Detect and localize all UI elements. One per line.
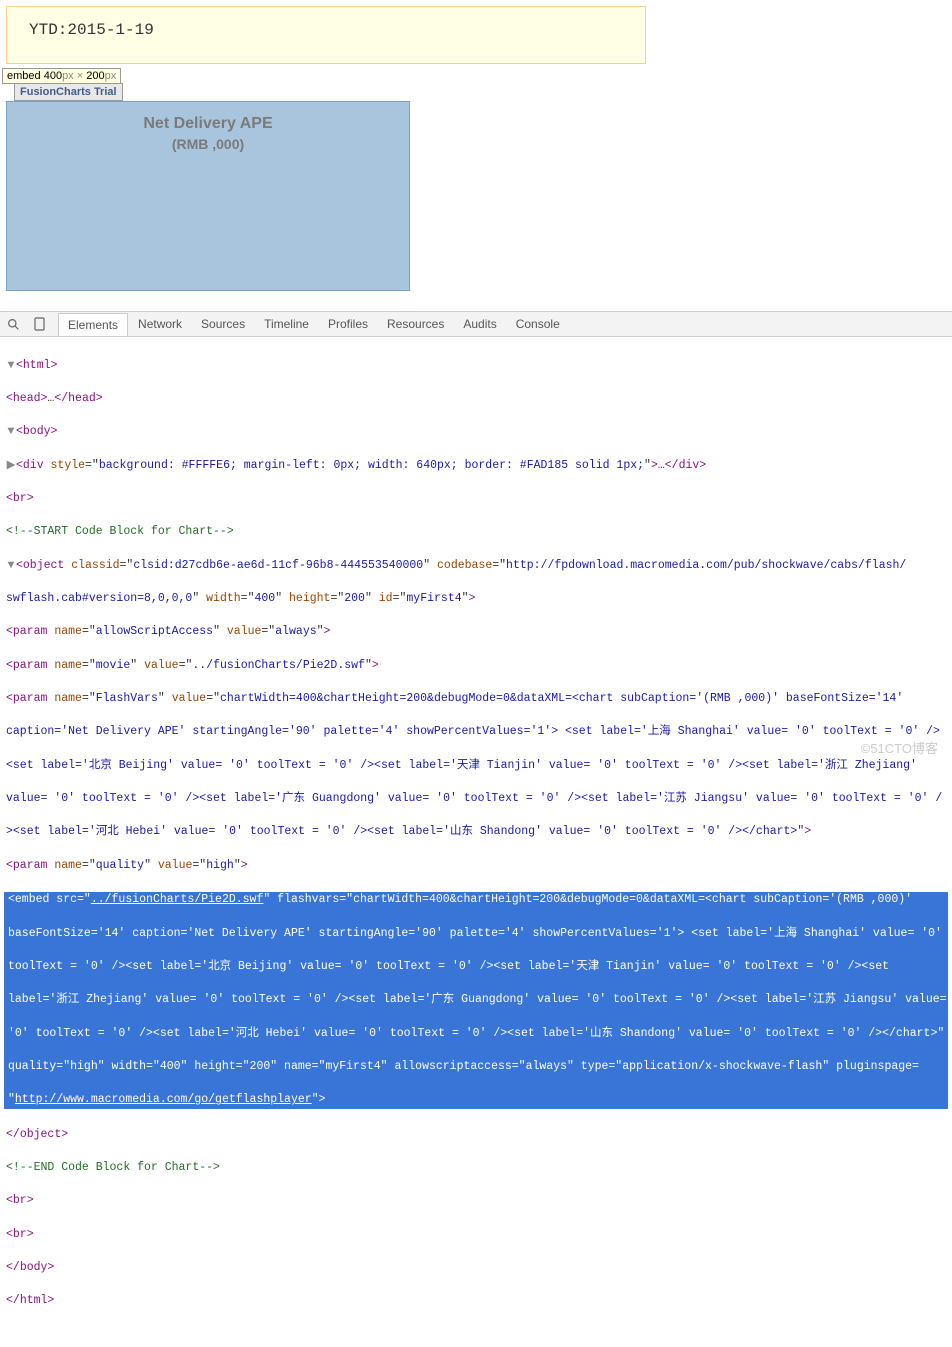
element-size-tooltip: embed 400px × 200px <box>2 68 121 84</box>
tab-network[interactable]: Network <box>129 313 191 335</box>
disclosure-triangle[interactable]: ▼ <box>6 358 16 375</box>
tab-resources[interactable]: Resources <box>378 313 453 335</box>
search-icon[interactable] <box>6 317 20 331</box>
chart-title: Net Delivery APE <box>7 112 409 136</box>
chart-container: FusionCharts Trial Net Delivery APE (RMB… <box>6 83 410 291</box>
fusioncharts-trial-badge: FusionCharts Trial <box>14 83 123 101</box>
tab-profiles[interactable]: Profiles <box>319 313 377 335</box>
chart-subtitle: (RMB ,000) <box>7 136 409 152</box>
tab-console[interactable]: Console <box>507 313 569 335</box>
tab-audits[interactable]: Audits <box>454 313 505 335</box>
tab-sources[interactable]: Sources <box>192 313 254 335</box>
devtools-panel: Elements Network Sources Timeline Profil… <box>0 311 952 1347</box>
devtools-toolbar: Elements Network Sources Timeline Profil… <box>0 312 952 337</box>
disclosure-triangle[interactable]: ▼ <box>6 558 16 575</box>
ytd-header-box: YTD:2015-1-19 <box>6 6 646 64</box>
watermark: ©51CTO博客 <box>861 738 938 757</box>
device-icon[interactable] <box>32 317 46 331</box>
tab-elements[interactable]: Elements <box>58 313 128 336</box>
chart-body: Net Delivery APE (RMB ,000) <box>6 101 410 291</box>
dom-tree[interactable]: ▼<html> <head>…</head> ▼<body> ▶<div sty… <box>0 337 952 1347</box>
disclosure-triangle[interactable]: ▶ <box>6 458 16 475</box>
page-preview-area: YTD:2015-1-19 embed 400px × 200px Fusion… <box>0 0 952 291</box>
devtools-tabs: Elements Network Sources Timeline Profil… <box>58 313 569 335</box>
tab-timeline[interactable]: Timeline <box>255 313 318 335</box>
disclosure-triangle[interactable]: ▼ <box>6 424 16 441</box>
selected-dom-node[interactable]: <embed src="../fusionCharts/Pie2D.swf" f… <box>4 892 948 1109</box>
ytd-label: YTD:2015-1-19 <box>29 21 154 39</box>
